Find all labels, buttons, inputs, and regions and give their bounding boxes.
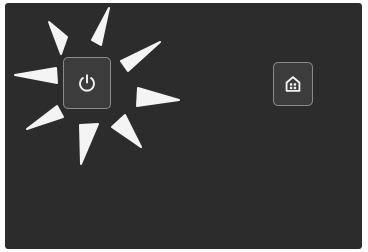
home-button[interactable] — [273, 62, 313, 106]
power-button[interactable] — [63, 57, 111, 109]
home-icon — [282, 73, 304, 95]
power-icon — [76, 72, 98, 94]
device-screen — [5, 3, 362, 249]
